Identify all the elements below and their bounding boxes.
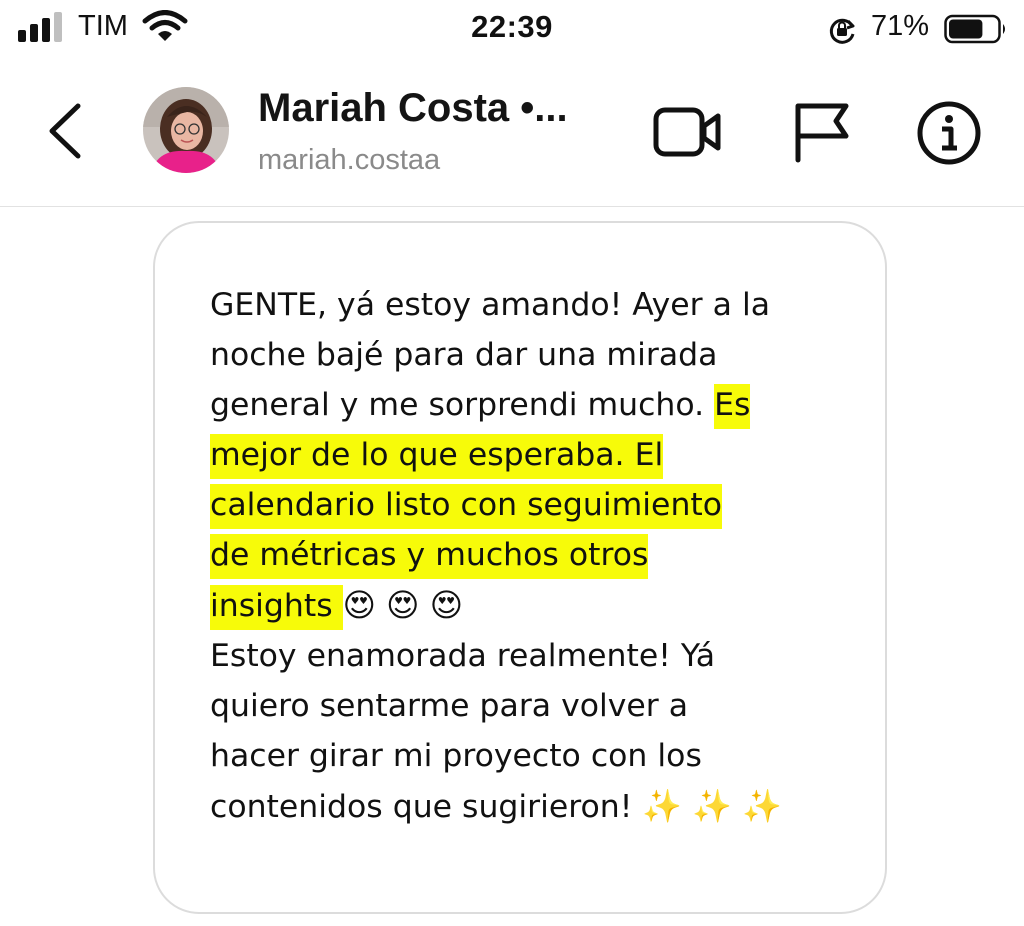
message-line: quiero sentarme para volver a: [210, 688, 689, 724]
message-text-plain: contenidos que sugirieron!: [210, 789, 643, 825]
contact-name[interactable]: Mariah Costa •...: [258, 86, 568, 131]
status-bar: TIM 22:39 71%: [0, 0, 1024, 60]
message-line: de métricas y muchos otros: [210, 530, 870, 580]
battery-icon: [944, 14, 1005, 44]
highlighted-text: mejor de lo que esperaba. El: [210, 437, 664, 473]
message-line: contenidos que sugirieron! ✨ ✨ ✨: [210, 781, 870, 832]
message-line: general y me sorprendi mucho. Es: [210, 380, 870, 430]
message-line: GENTE, yá estoy amando! Ayer a la: [210, 287, 771, 323]
heart-eyes-emoji-icon: 😍 😍 😍: [342, 586, 464, 624]
avatar[interactable]: [143, 87, 229, 173]
message-line: hacer girar mi proyecto con los: [210, 738, 702, 774]
battery-percent: 71%: [871, 10, 930, 42]
message-line: insights 😍 😍 😍: [210, 580, 870, 631]
message-line: mejor de lo que esperaba. El: [210, 430, 870, 480]
video-call-icon[interactable]: [646, 100, 726, 160]
sparkles-emoji-icon: ✨ ✨ ✨: [642, 787, 783, 825]
rotation-lock-icon: [829, 18, 855, 44]
message-text-plain: general y me sorprendi mucho.: [210, 387, 715, 423]
message-line: Estoy enamorada realmente! Yá: [210, 638, 716, 674]
message-line: calendario listo con seguimiento: [210, 480, 870, 530]
back-chevron-icon[interactable]: [36, 90, 96, 170]
contact-handle[interactable]: mariah.costaa: [258, 144, 440, 177]
highlighted-text: insights: [210, 588, 343, 624]
info-icon[interactable]: [914, 98, 984, 168]
highlighted-text: Es: [714, 387, 751, 423]
message-text: GENTE, yá estoy amando! Ayer a la noche …: [210, 280, 870, 832]
highlighted-text: de métricas y muchos otros: [210, 537, 649, 573]
flag-icon[interactable]: [786, 96, 852, 166]
message-line: noche bajé para dar una mirada: [210, 337, 718, 373]
highlighted-text: calendario listo con seguimiento: [210, 487, 723, 523]
conversation-header: Mariah Costa •... mariah.costaa: [0, 62, 1024, 207]
